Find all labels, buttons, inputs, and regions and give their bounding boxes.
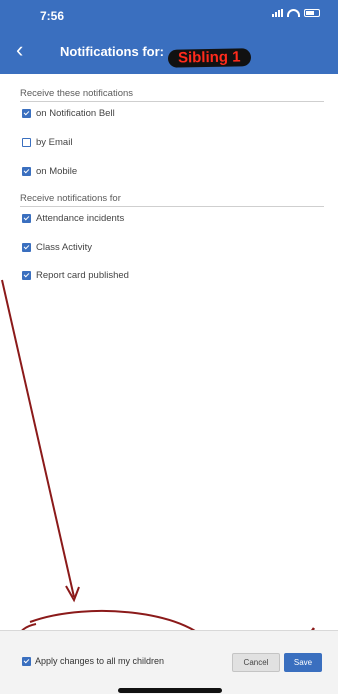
bottom-action-bar: Apply changes to all my children Cancel … xyxy=(0,630,338,694)
cancel-button[interactable]: Cancel xyxy=(232,653,280,672)
annotation-overlay xyxy=(1,279,316,686)
annotation-arrow-line xyxy=(1,279,75,598)
home-indicator xyxy=(118,688,222,693)
apply-all-children-option[interactable]: Apply changes to all my children xyxy=(22,656,164,666)
save-button[interactable]: Save xyxy=(284,653,322,672)
apply-all-label: Apply changes to all my children xyxy=(35,656,165,666)
checkbox-apply-all[interactable] xyxy=(22,656,31,666)
